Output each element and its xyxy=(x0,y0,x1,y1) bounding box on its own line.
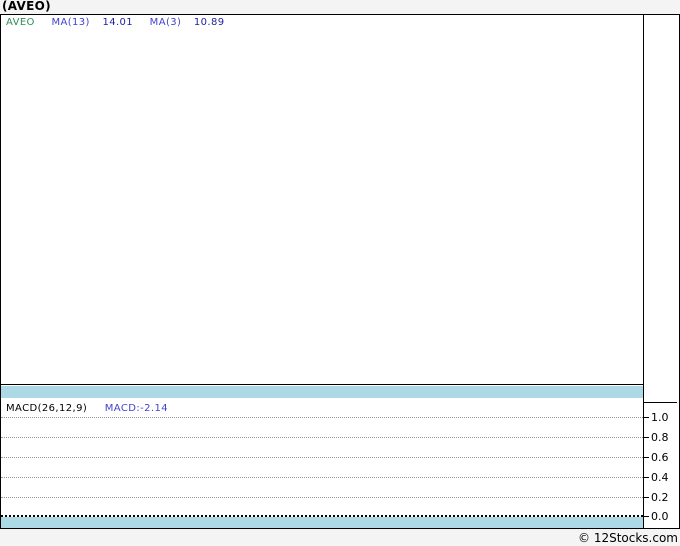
ma3-label: MA(3) xyxy=(149,17,182,28)
axis-tick-label: 0.8 xyxy=(651,431,669,444)
axis-tick xyxy=(643,497,649,498)
copyright-text: © 12Stocks.com xyxy=(578,531,678,545)
axis-tick xyxy=(643,437,649,438)
axis-tick xyxy=(643,457,649,458)
right-axis-line xyxy=(643,15,644,528)
axis-tick-label: 0.6 xyxy=(651,451,669,464)
symbol-label: AVEO xyxy=(6,17,35,28)
gridline xyxy=(1,417,643,418)
title-bar: (AVEO) xyxy=(0,0,680,14)
axis-tick-label: 0.0 xyxy=(651,510,669,523)
separator-band-bottom xyxy=(1,517,643,528)
stock-chart-page: { "header": { "title": "(AVEO)" }, "pric… xyxy=(0,0,680,546)
page-title: (AVEO) xyxy=(2,0,51,13)
price-panel-bottom-border xyxy=(1,384,643,385)
axis-tick xyxy=(643,417,649,418)
footer-bar: © 12Stocks.com xyxy=(0,529,680,546)
axis-column-divider xyxy=(643,402,677,403)
ma13-label: MA(13) xyxy=(51,17,90,28)
chart-frame: AVEO MA(13) 14.01 MA(3) 10.89 MACD(26,12… xyxy=(0,14,680,529)
gridline xyxy=(1,457,643,458)
axis-tick xyxy=(643,516,649,517)
gridline xyxy=(1,437,643,438)
gridline xyxy=(1,477,643,478)
axis-tick-label: 1.0 xyxy=(651,411,669,424)
macd-panel-legend: MACD(26,12,9) MACD:-2.14 xyxy=(6,403,168,414)
ma13-value: 14.01 xyxy=(102,17,134,28)
axis-tick-label: 0.2 xyxy=(651,491,669,504)
axis-tick-label: 0.4 xyxy=(651,471,669,484)
gridline xyxy=(1,497,643,498)
separator-band-top xyxy=(1,386,643,398)
ma3-value: 10.89 xyxy=(193,17,225,28)
price-panel-legend: AVEO MA(13) 14.01 MA(3) 10.89 xyxy=(6,17,225,28)
axis-tick xyxy=(643,477,649,478)
macd-indicator-value: MACD:-2.14 xyxy=(104,403,168,414)
macd-indicator-label: MACD(26,12,9) xyxy=(6,403,88,414)
